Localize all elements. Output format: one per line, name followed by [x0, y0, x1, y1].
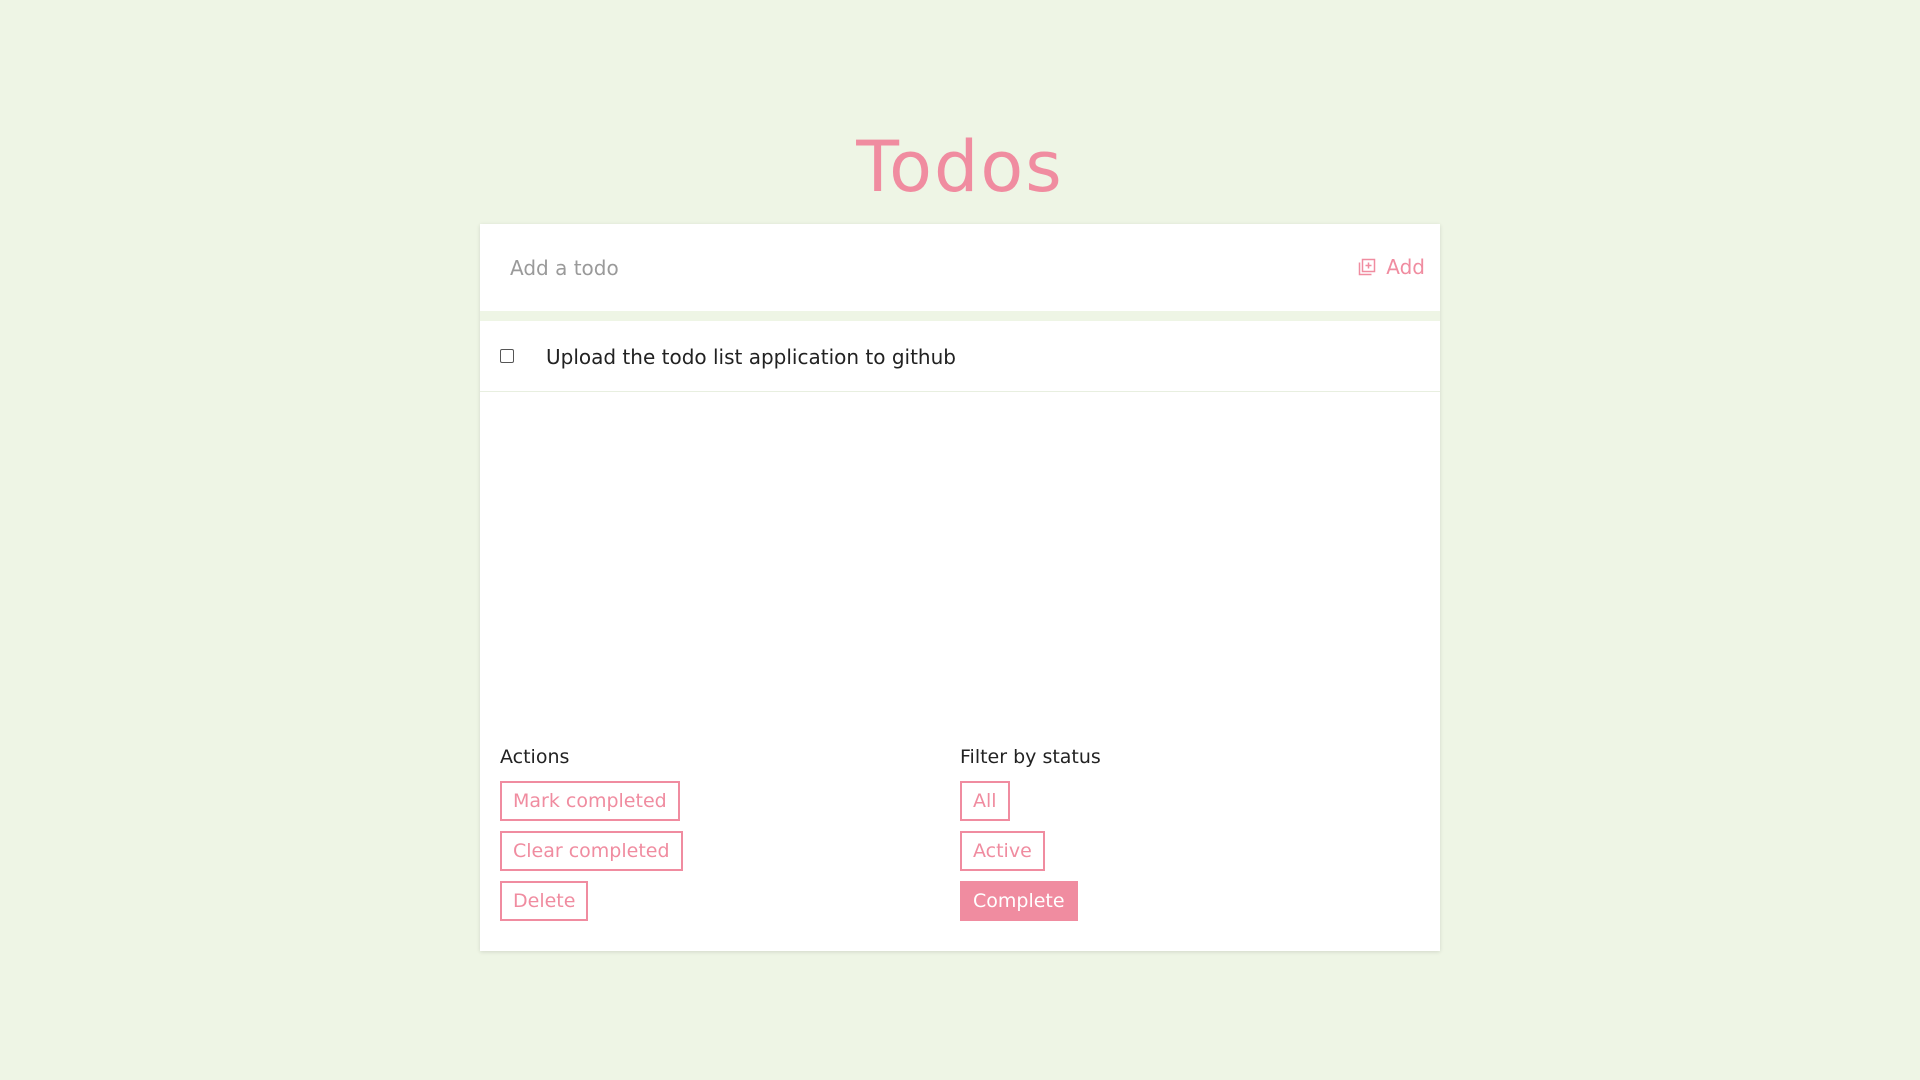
actions-label: Actions [500, 746, 570, 768]
add-button[interactable]: Add [1358, 252, 1425, 282]
todo-list: Upload the todo list application to gith… [480, 321, 1440, 951]
delete-button[interactable]: Delete [500, 881, 589, 921]
todo-item: Upload the todo list application to gith… [480, 321, 1440, 392]
filter-label: Filter by status [960, 746, 1101, 768]
todo-text: Upload the todo list application to gith… [546, 345, 956, 369]
add-todo-bar: Add [480, 224, 1440, 311]
add-todo-input[interactable] [510, 248, 1310, 288]
filter-complete-button[interactable]: Complete [960, 881, 1078, 921]
page-title: Todos [856, 126, 1064, 208]
filter-active-button[interactable]: Active [960, 831, 1045, 871]
add-button-label: Add [1386, 255, 1425, 279]
todo-card: Add Upload the todo list application to … [480, 224, 1440, 951]
clear-completed-button[interactable]: Clear completed [500, 831, 683, 871]
todo-checkbox[interactable] [500, 349, 514, 363]
add-to-list-icon [1359, 258, 1376, 276]
filter-all-button[interactable]: All [960, 781, 1010, 821]
mark-completed-button[interactable]: Mark completed [500, 781, 680, 821]
